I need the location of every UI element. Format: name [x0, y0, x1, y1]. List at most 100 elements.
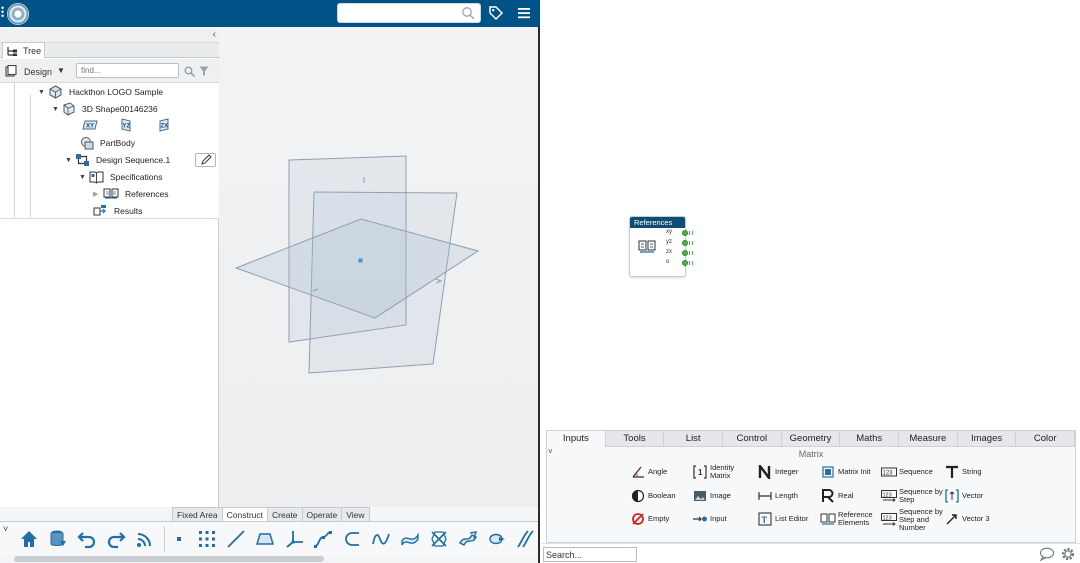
tab-maths[interactable]: Maths [840, 431, 900, 447]
output-port-xy[interactable] [682, 230, 688, 236]
library-item-sequence-by-step[interactable]: 123 Sequence by Step [881, 488, 943, 504]
tab-create[interactable]: Create [267, 507, 302, 522]
horizontal-scrollbar[interactable] [14, 556, 324, 562]
design-icon [5, 65, 17, 77]
library-item-real[interactable]: Real [820, 488, 853, 504]
expand-arrow-icon[interactable]: ▼ [52, 106, 62, 113]
output-port-yz[interactable] [682, 240, 688, 246]
edit-button[interactable] [195, 153, 216, 167]
tree-find-input[interactable] [76, 63, 179, 78]
svg-text:YZ: YZ [123, 124, 131, 130]
top-search-input[interactable] [337, 3, 481, 23]
collapse-panel-chevron-icon[interactable]: ‹ [213, 29, 216, 40]
point-button[interactable] [168, 528, 190, 550]
compass-logo-icon[interactable] [7, 3, 29, 25]
expand-arrow-icon[interactable]: ▼ [65, 157, 75, 164]
tab-tools[interactable]: Tools [605, 431, 665, 447]
tree-node-label: Hackthon LOGO Sample [69, 87, 164, 97]
xy-plane-icon[interactable]: XY [82, 119, 98, 131]
undo-button[interactable] [76, 528, 98, 550]
tree-node-3d-shape[interactable]: ▼ 3D Shape00146236 [52, 101, 158, 117]
tree-node-product[interactable]: ▼ Hackthon LOGO Sample [38, 84, 163, 100]
search-icon[interactable] [461, 6, 475, 20]
save-to-database-button[interactable] [47, 528, 69, 550]
plane-button[interactable] [254, 528, 276, 550]
library-item-list-editor[interactable]: T List Editor [757, 511, 808, 527]
tree-guide-line [14, 83, 15, 219]
axis-system-button[interactable] [283, 528, 305, 550]
yz-plane-icon[interactable]: YZ [120, 118, 132, 132]
filter-icon[interactable] [199, 66, 209, 77]
library-item-reference-elements[interactable]: Reference Elements [820, 511, 876, 527]
library-item-empty[interactable]: Empty [630, 511, 669, 527]
home-button[interactable] [18, 528, 40, 550]
tree-node-design-sequence[interactable]: ▼ Design Sequence.1 [65, 152, 170, 168]
parallel-curves-button[interactable] [515, 528, 537, 550]
references-node[interactable]: References xy yz zx o [629, 216, 693, 277]
tab-geometry[interactable]: Geometry [781, 431, 841, 447]
sweep-button[interactable] [399, 528, 421, 550]
tree-node-references[interactable]: ▶ References [93, 186, 168, 202]
tree-node-specifications[interactable]: ▼ Specifications [79, 169, 162, 185]
tab-images[interactable]: Images [957, 431, 1017, 447]
library-item-sequence-by-step-and-number[interactable]: 123 Sequence by Step and Number [881, 508, 945, 532]
curve-button[interactable] [370, 528, 392, 550]
wrap-button[interactable] [486, 528, 508, 550]
library-item-length[interactable]: Length [757, 488, 798, 504]
library-item-matrix-init[interactable]: Matrix Init [820, 464, 871, 480]
arc-button[interactable] [341, 528, 363, 550]
tab-inputs[interactable]: Inputs [547, 431, 606, 447]
output-port-o[interactable] [682, 260, 688, 266]
matrix-init-icon [820, 464, 836, 480]
library-item-string[interactable]: String [944, 464, 982, 480]
3d-viewport[interactable] [219, 29, 538, 507]
design-dropdown-label[interactable]: Design [24, 67, 52, 77]
library-item-identity-matrix[interactable]: 1 Identity Matrix [692, 464, 740, 480]
tree-node-results[interactable]: Results [93, 203, 142, 219]
broadcast-button[interactable] [134, 528, 156, 550]
svg-text:1: 1 [698, 468, 703, 477]
expand-arrow-icon[interactable]: ▼ [38, 89, 48, 96]
tree-icon [7, 47, 17, 56]
output-port-zx[interactable] [682, 250, 688, 256]
library-item-boolean[interactable]: Boolean [630, 488, 676, 504]
tab-measure[interactable]: Measure [899, 431, 958, 447]
surface-button[interactable] [457, 528, 479, 550]
tab-control[interactable]: Control [723, 431, 782, 447]
library-item-image[interactable]: Image [692, 488, 731, 504]
expand-arrow-icon[interactable]: ▶ [93, 190, 103, 198]
chevron-down-icon[interactable]: ▼ [57, 66, 65, 75]
tab-view[interactable]: View [341, 507, 370, 522]
tab-construct[interactable]: Construct [221, 507, 268, 522]
tab-fixed-area[interactable]: Fixed Area [172, 507, 222, 522]
redo-button[interactable] [105, 528, 127, 550]
expand-arrow-icon[interactable]: ▼ [79, 174, 89, 181]
tab-tree[interactable]: Tree [2, 42, 45, 58]
library-item-input[interactable]: Input [692, 511, 727, 527]
gear-icon[interactable] [1060, 546, 1076, 562]
transform-button[interactable] [428, 528, 450, 550]
node-search-input[interactable] [543, 547, 637, 562]
tag-icon[interactable] [488, 5, 504, 21]
axis-system-icon [286, 531, 303, 548]
search-icon[interactable] [184, 66, 195, 77]
tab-color[interactable]: Color [1016, 431, 1076, 447]
zx-plane-icon[interactable]: ZX [158, 118, 170, 132]
tab-operate[interactable]: Operate [301, 507, 342, 522]
library-item-integer[interactable]: Integer [757, 464, 798, 480]
origin-point[interactable] [358, 258, 363, 263]
toolbar-collapse-chevron-icon[interactable]: ˅ [3, 524, 8, 534]
tab-list[interactable]: List [664, 431, 724, 447]
line-button[interactable] [225, 528, 247, 550]
point-grid-button[interactable] [196, 528, 218, 550]
library-item-vector-3[interactable]: Vector 3 [944, 511, 990, 527]
library-item-sequence[interactable]: 123 Sequence [881, 464, 933, 480]
library-item-angle[interactable]: Angle [630, 464, 667, 480]
app-menu-dots-icon[interactable]: • • • [1, 4, 4, 21]
library-item-vector[interactable]: Vector [944, 488, 983, 504]
tree-node-label: PartBody [100, 138, 135, 148]
chat-bubble-icon[interactable] [1039, 547, 1055, 561]
tree-node-partbody[interactable]: PartBody [80, 135, 135, 151]
hamburger-menu-icon[interactable] [517, 6, 531, 20]
spline-button[interactable] [312, 528, 334, 550]
